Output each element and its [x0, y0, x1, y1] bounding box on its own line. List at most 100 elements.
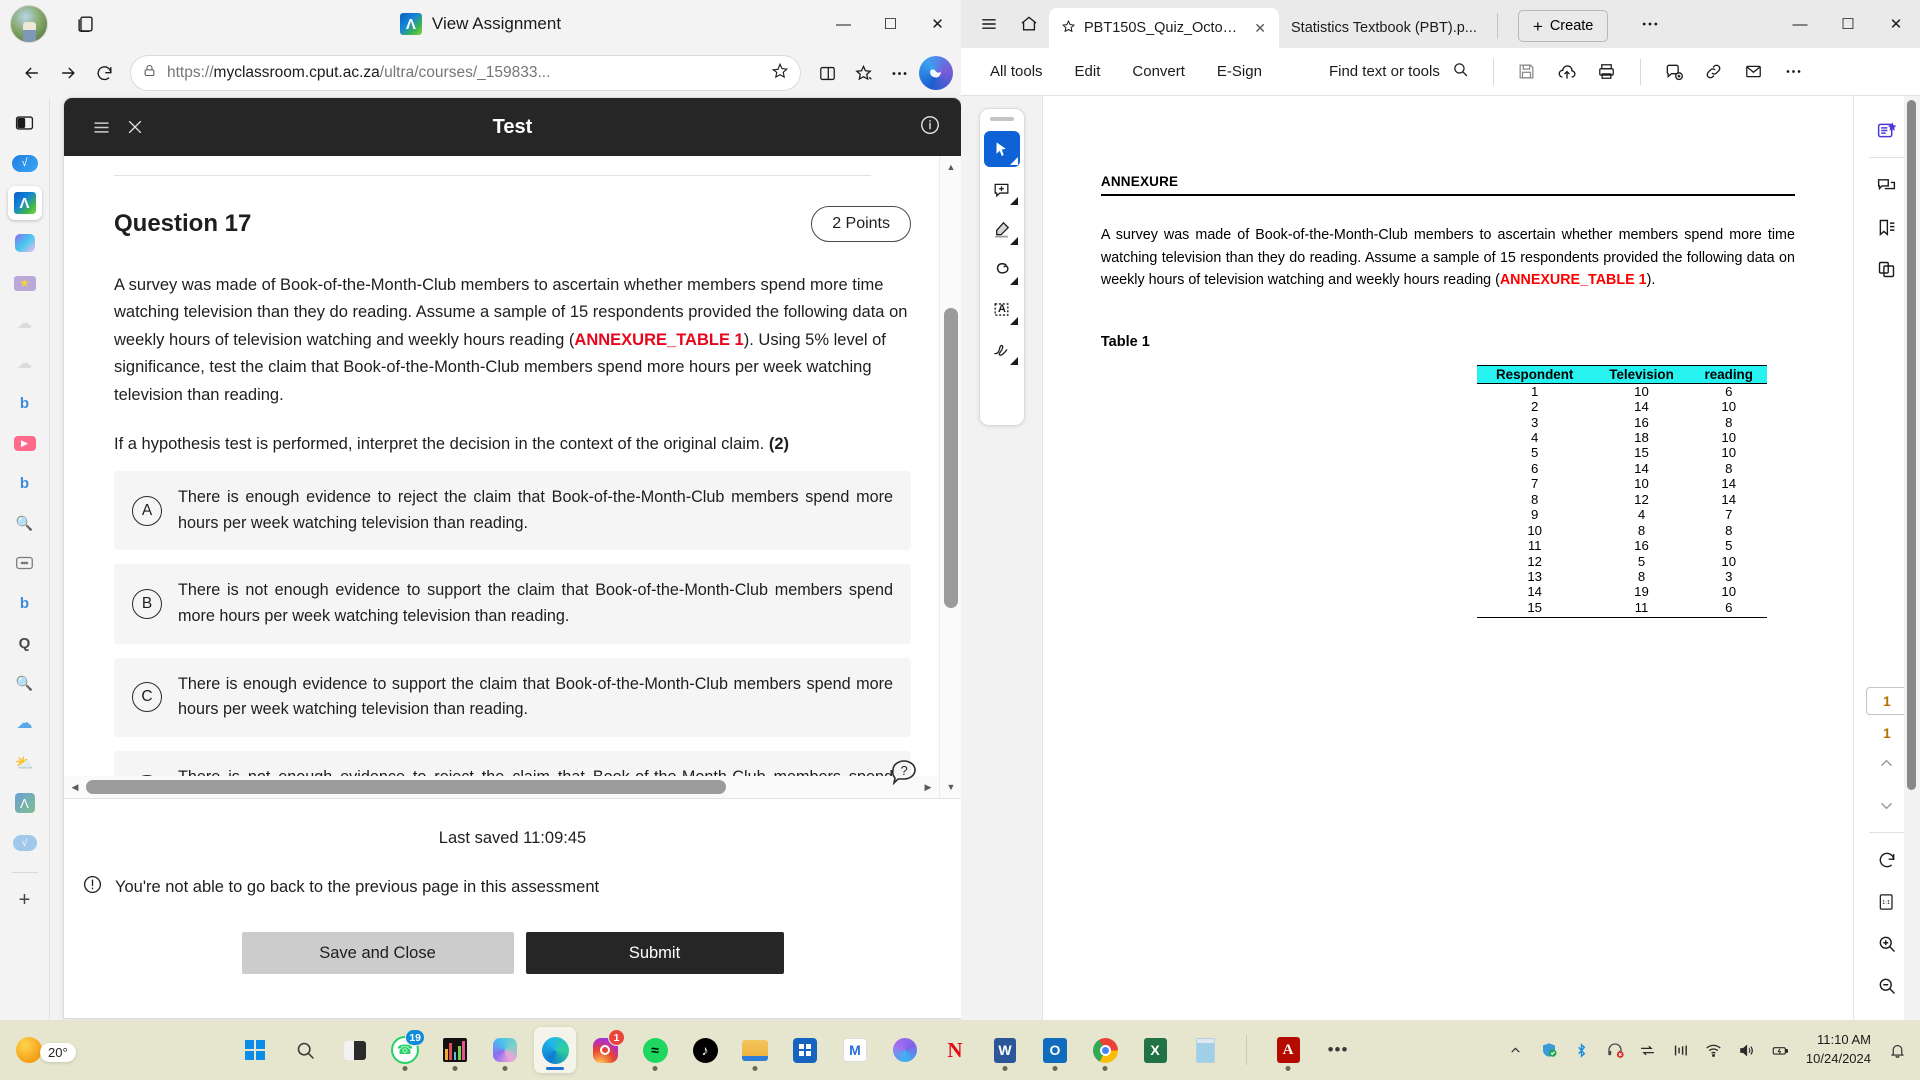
horizontal-scroll-thumb[interactable] [86, 780, 726, 794]
acrobat-maximize-button[interactable]: ☐ [1824, 0, 1872, 48]
vertical-scroll-track[interactable] [944, 178, 958, 776]
file-explorer-app[interactable] [734, 1027, 776, 1073]
sidebar-math-2[interactable]: √ [8, 826, 42, 860]
find-text-or-tools-button[interactable]: Find text or tools [1319, 55, 1479, 88]
sidebar-search-1[interactable]: 🔍 [8, 506, 42, 540]
esign-menu[interactable]: E-Sign [1202, 56, 1277, 87]
sidebar-onedrive[interactable]: ☁ [8, 706, 42, 740]
add-comment-icon[interactable] [1655, 53, 1693, 91]
acrobat-app[interactable]: A [1267, 1027, 1309, 1073]
select-cursor-icon[interactable] [983, 131, 1020, 167]
favorite-star-icon[interactable] [771, 62, 789, 85]
spotify-app[interactable]: ≈ [634, 1027, 676, 1073]
sidebar-quora[interactable]: Q [8, 626, 42, 660]
answer-option-a[interactable]: A There is enough evidence to reject the… [114, 471, 911, 551]
organize-pages-icon[interactable] [1867, 249, 1907, 289]
charts-app[interactable] [434, 1027, 476, 1073]
pdf-scroll-thumb[interactable] [1907, 100, 1916, 790]
back-icon[interactable] [14, 55, 50, 91]
edge-close-button[interactable]: ✕ [914, 0, 961, 48]
close-icon[interactable] [118, 110, 152, 144]
excel-app[interactable]: X [1134, 1027, 1176, 1073]
address-bar[interactable]: https://myclassroom.cput.ac.za/ultra/cou… [130, 55, 801, 91]
sidebar-search-2[interactable]: 🔍 [8, 666, 42, 700]
sidebar-blackboard[interactable]: Λ [7, 186, 42, 220]
text-box-icon[interactable]: A [984, 291, 1020, 327]
vertical-scroll-thumb[interactable] [944, 308, 958, 608]
question-horizontal-scrollbar[interactable]: ◀ ▶ [64, 776, 939, 798]
refresh-icon[interactable] [86, 55, 122, 91]
link-icon[interactable] [1695, 53, 1733, 91]
taskbar-overflow-button[interactable]: ••• [1317, 1027, 1359, 1073]
convert-menu[interactable]: Convert [1117, 56, 1200, 87]
signature-icon[interactable] [984, 331, 1020, 367]
instagram-app[interactable]: 1 [584, 1027, 626, 1073]
comment-icon[interactable] [1867, 165, 1907, 205]
next-page-icon[interactable] [1867, 785, 1907, 825]
forward-icon[interactable] [50, 55, 86, 91]
pdf-vertical-scrollbar[interactable] [1904, 96, 1920, 1020]
convert-pdf-icon[interactable] [1867, 110, 1907, 150]
edge-minimize-button[interactable]: — [820, 0, 867, 48]
rotate-icon[interactable] [1867, 840, 1907, 880]
zoom-in-icon[interactable] [1867, 924, 1907, 964]
network-adapter-icon[interactable] [1633, 1033, 1663, 1067]
more-icon[interactable] [1775, 53, 1813, 91]
outlook-app[interactable]: O [1034, 1027, 1076, 1073]
page-number-input[interactable]: 1 [1865, 687, 1908, 715]
tab-collections-icon[interactable] [66, 4, 106, 44]
collections-icon[interactable] [845, 55, 881, 91]
search-button[interactable] [284, 1027, 326, 1073]
task-view-button[interactable] [334, 1027, 376, 1073]
settings-more-icon[interactable] [881, 55, 917, 91]
sidebar-blackboard-2[interactable]: Λ [8, 786, 42, 820]
sidebar-weather[interactable]: ⛅ [8, 746, 42, 780]
avatar[interactable] [10, 5, 48, 43]
show-hidden-icons-button[interactable] [1501, 1033, 1531, 1067]
bell-icon[interactable] [1884, 1033, 1910, 1067]
battery-icon[interactable] [1765, 1033, 1795, 1067]
drag-handle[interactable] [989, 117, 1014, 121]
wifi-icon[interactable] [1699, 1033, 1729, 1067]
previous-page-icon[interactable] [1867, 743, 1907, 783]
windows-security-icon[interactable] [1534, 1033, 1564, 1067]
more-options-icon[interactable] [1630, 4, 1670, 44]
equalizer-icon[interactable] [1666, 1033, 1696, 1067]
upload-cloud-icon[interactable] [1548, 53, 1586, 91]
star-icon[interactable] [1061, 19, 1076, 38]
sidebar-add-button[interactable]: + [8, 883, 42, 917]
bookmark-icon[interactable] [1867, 207, 1907, 247]
acrobat-close-button[interactable]: ✕ [1872, 0, 1920, 48]
microsoft-store-app[interactable] [784, 1027, 826, 1073]
sidebar-bing-3[interactable]: b [8, 586, 42, 620]
edge-maximize-button[interactable]: ☐ [867, 0, 914, 48]
create-button[interactable]: + Create [1517, 10, 1609, 42]
notepad-app[interactable] [1184, 1027, 1226, 1073]
fit-page-icon[interactable]: 1:1 [1867, 882, 1907, 922]
question-vertical-scrollbar[interactable]: ▲ ▼ [939, 156, 961, 798]
hamburger-menu-icon[interactable] [84, 110, 118, 144]
all-tools-menu[interactable]: All tools [975, 56, 1058, 87]
sidebar-copilot[interactable] [8, 226, 42, 260]
sidebar-wallet[interactable] [8, 546, 42, 580]
close-icon[interactable]: ✕ [1251, 20, 1269, 37]
save-icon[interactable] [1508, 53, 1546, 91]
scroll-left-arrow[interactable]: ◀ [64, 776, 86, 798]
sidebar-browser-essentials[interactable] [8, 106, 42, 140]
answer-option-b[interactable]: B There is not enough evidence to suppor… [114, 564, 911, 644]
whatsapp-app[interactable]: ☎ 19 [384, 1027, 426, 1073]
sidebar-math-solver[interactable]: √ [8, 146, 42, 180]
weather-widget[interactable]: 20° [16, 1037, 106, 1063]
zoom-out-icon[interactable] [1867, 966, 1907, 1006]
home-icon[interactable] [1009, 4, 1049, 44]
copilot-2-app[interactable] [884, 1027, 926, 1073]
print-icon[interactable] [1588, 53, 1626, 91]
acrobat-minimize-button[interactable]: — [1776, 0, 1824, 48]
sidebar-bing-1[interactable]: b [8, 386, 42, 420]
sidebar-youtube[interactable]: ▶ [8, 426, 42, 460]
sidebar-games[interactable]: ★ [8, 266, 42, 300]
points-badge[interactable]: 2 Points [811, 206, 911, 242]
hamburger-menu-icon[interactable] [969, 4, 1009, 44]
edge-app[interactable] [534, 1027, 576, 1073]
tiktok-app[interactable]: ♪ [684, 1027, 726, 1073]
